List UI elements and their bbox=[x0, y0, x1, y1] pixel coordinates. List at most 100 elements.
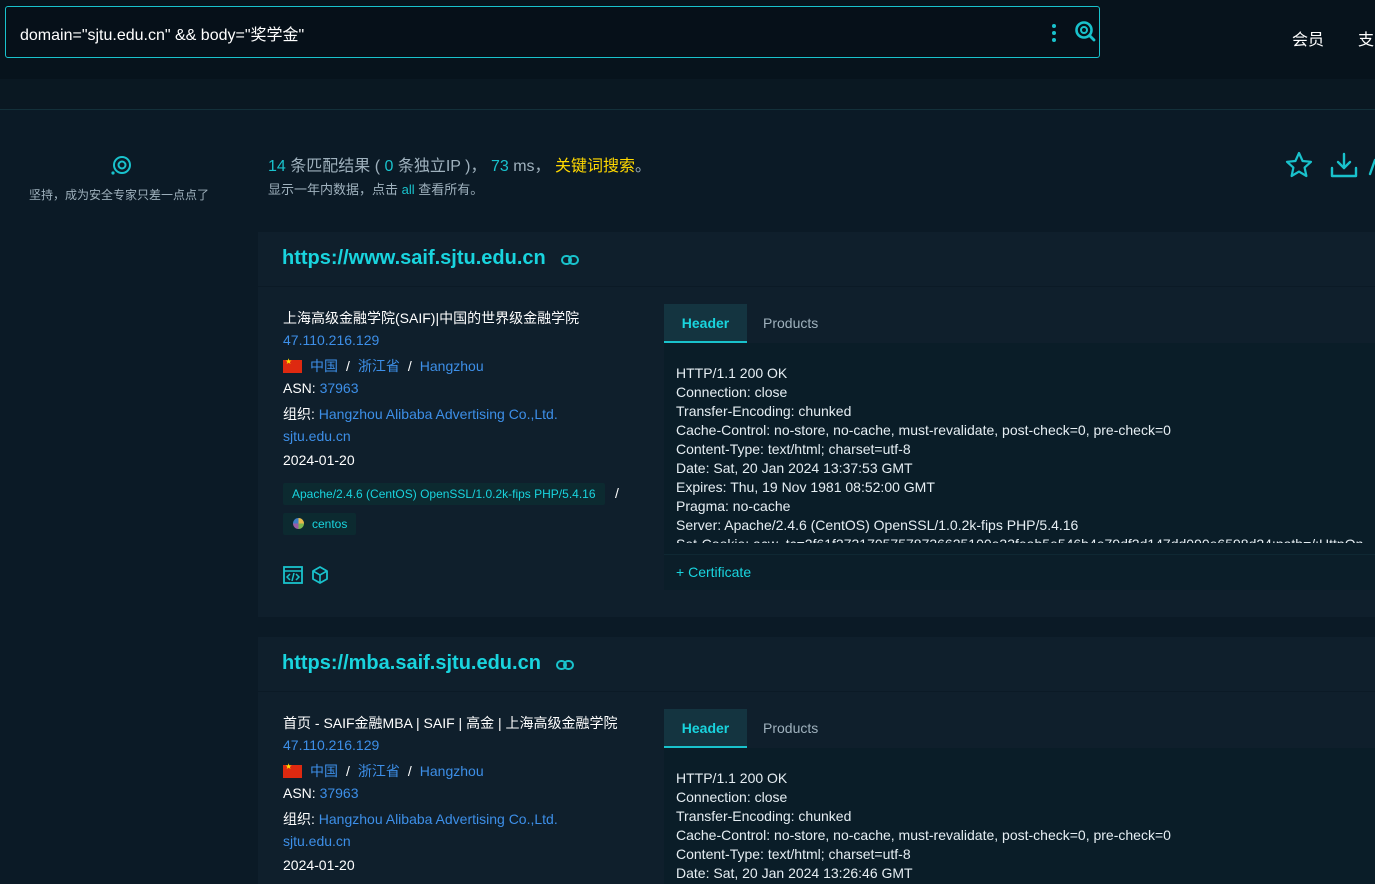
header-line: Cache-Control: no-store, no-cache, must-… bbox=[676, 827, 1171, 843]
province-link[interactable]: 浙江省 bbox=[358, 358, 400, 374]
org-row: 组织: Hangzhou Alibaba Advertising Co.,Ltd… bbox=[283, 404, 558, 424]
star-icon[interactable] bbox=[1285, 151, 1313, 179]
tag-separator: / bbox=[615, 485, 619, 501]
tab-products[interactable]: Products bbox=[763, 709, 818, 748]
download-icon[interactable] bbox=[1329, 151, 1359, 179]
country-link[interactable]: 中国 bbox=[310, 358, 338, 374]
query-time-unit: ms， bbox=[513, 158, 551, 175]
detail-panel: Header Products HTTP/1.1 200 OK Connecti… bbox=[664, 304, 1375, 590]
header-line: Set-Cookie: acw_tc=2f61f2731705757873662… bbox=[676, 535, 1375, 543]
nav-support[interactable]: 支 bbox=[1358, 26, 1374, 50]
search-box[interactable] bbox=[5, 6, 1100, 58]
paren-close: )， bbox=[465, 158, 487, 175]
header-line: Expires: Thu, 19 Nov 1981 08:52:00 GMT bbox=[676, 479, 935, 495]
keyword-search-link[interactable]: 关键词搜索 bbox=[555, 158, 635, 175]
code-icon[interactable] bbox=[283, 566, 303, 584]
certificate-bar: + Certificate bbox=[664, 554, 1375, 590]
header-line: Server: Apache/2.4.6 (CentOS) OpenSSL/1.… bbox=[676, 517, 1079, 533]
card-header: https://mba.saif.sjtu.edu.cn bbox=[258, 637, 1375, 692]
location: 中国/浙江省/Hangzhou bbox=[283, 356, 484, 376]
note-suffix: 查看所有。 bbox=[418, 182, 484, 197]
card-header: https://www.saif.sjtu.edu.cn bbox=[258, 232, 1375, 287]
share-icon[interactable] bbox=[1368, 152, 1375, 180]
site-title: 首页 - SAIF金融MBA | SAIF | 高金 | 上海高级金融学院 bbox=[283, 715, 618, 731]
org-link[interactable]: Hangzhou Alibaba Advertising Co.,Ltd. bbox=[319, 811, 558, 827]
result-url-link[interactable]: https://www.saif.sjtu.edu.cn bbox=[282, 247, 546, 270]
china-flag-icon bbox=[283, 357, 302, 373]
http-header-text: HTTP/1.1 200 OK Connection: close Transf… bbox=[676, 364, 1375, 543]
asn-link[interactable]: 37963 bbox=[320, 785, 359, 801]
result-count-label: 条匹配结果 bbox=[290, 158, 371, 175]
header-line: HTTP/1.1 200 OK bbox=[676, 770, 788, 786]
header-line: HTTP/1.1 200 OK bbox=[676, 365, 788, 381]
org-label: 组织: bbox=[283, 811, 315, 827]
search-icon[interactable] bbox=[1074, 20, 1096, 42]
header-line: Transfer-Encoding: chunked bbox=[676, 403, 852, 419]
centos-icon bbox=[293, 518, 304, 529]
query-time: 73 bbox=[490, 158, 509, 175]
ip-count: 0 bbox=[384, 158, 394, 175]
china-flag-icon bbox=[283, 762, 302, 778]
more-options-icon[interactable] bbox=[1049, 22, 1059, 44]
result-count: 14 bbox=[268, 158, 286, 175]
server-tag[interactable]: Apache/2.4.6 (CentOS) OpenSSL/1.0.2k-fip… bbox=[283, 483, 605, 505]
result-card: https://www.saif.sjtu.edu.cn 上海高级金融学院(SA… bbox=[258, 232, 1375, 617]
detail-panel: Header Products HTTP/1.1 200 OK Connecti… bbox=[664, 709, 1375, 884]
date: 2024-01-20 bbox=[283, 857, 355, 873]
note-prefix: 显示一年内数据，点击 bbox=[268, 182, 399, 197]
show-all-link[interactable]: all bbox=[402, 182, 415, 197]
sub-bar bbox=[0, 79, 1375, 110]
header-line: Date: Sat, 20 Jan 2024 13:26:46 GMT bbox=[676, 865, 913, 881]
search-input[interactable] bbox=[20, 21, 1020, 45]
location: 中国/浙江省/Hangzhou bbox=[283, 761, 484, 781]
asn-label: ASN: bbox=[283, 785, 316, 801]
tab-header[interactable]: Header bbox=[664, 709, 747, 748]
os-tag-label: centos bbox=[312, 517, 348, 531]
asn-label: ASN: bbox=[283, 380, 316, 396]
brand-slogan: 坚持，成为安全专家只差一点点了 bbox=[29, 188, 210, 202]
certificate-toggle[interactable]: + Certificate bbox=[676, 564, 751, 580]
cube-icon[interactable] bbox=[310, 566, 330, 584]
city-link[interactable]: Hangzhou bbox=[420, 763, 484, 779]
header-line: Connection: close bbox=[676, 384, 788, 400]
header-line: Connection: close bbox=[676, 789, 788, 805]
country-link[interactable]: 中国 bbox=[310, 763, 338, 779]
result-card: https://mba.saif.sjtu.edu.cn 首页 - SAIF金融… bbox=[258, 637, 1375, 884]
result-summary: 14 条匹配结果 ( 0 条独立IP )， 73 ms， 关键词搜索。 bbox=[268, 152, 651, 176]
certificate-label: Certificate bbox=[688, 564, 752, 580]
http-header-text: HTTP/1.1 200 OK Connection: close Transf… bbox=[676, 769, 1375, 884]
asn-link[interactable]: 37963 bbox=[320, 380, 359, 396]
tab-products[interactable]: Products bbox=[763, 304, 818, 343]
date: 2024-01-20 bbox=[283, 452, 355, 468]
data-range-note: 显示一年内数据，点击 all 查看所有。 bbox=[268, 179, 483, 198]
ip-count-label: 条独立IP bbox=[397, 158, 461, 175]
paren-open: ( bbox=[374, 158, 381, 175]
asn-row: ASN: 37963 bbox=[283, 380, 359, 396]
nav-member[interactable]: 会员 bbox=[1292, 26, 1324, 50]
city-link[interactable]: Hangzhou bbox=[420, 358, 484, 374]
org-row: 组织: Hangzhou Alibaba Advertising Co.,Ltd… bbox=[283, 809, 558, 829]
link-icon[interactable] bbox=[561, 254, 579, 266]
header-line: Transfer-Encoding: chunked bbox=[676, 808, 852, 824]
province-link[interactable]: 浙江省 bbox=[358, 763, 400, 779]
header-line: Pragma: no-cache bbox=[676, 498, 791, 514]
domain-link[interactable]: sjtu.edu.cn bbox=[283, 428, 351, 444]
link-icon[interactable] bbox=[556, 659, 574, 671]
site-title: 上海高级金融学院(SAIF)|中国的世界级金融学院 bbox=[283, 310, 580, 326]
header-line: Content-Type: text/html; charset=utf-8 bbox=[676, 441, 911, 457]
os-tag[interactable]: centos bbox=[283, 513, 357, 535]
ip-link[interactable]: 47.110.216.129 bbox=[283, 332, 379, 348]
top-bar: 会员 支 bbox=[0, 0, 1375, 79]
org-link[interactable]: Hangzhou Alibaba Advertising Co.,Ltd. bbox=[319, 406, 558, 422]
result-url-link[interactable]: https://mba.saif.sjtu.edu.cn bbox=[282, 652, 541, 675]
org-label: 组织: bbox=[283, 406, 315, 422]
plus-icon: + bbox=[676, 564, 685, 580]
header-line: Cache-Control: no-store, no-cache, must-… bbox=[676, 422, 1171, 438]
ip-link[interactable]: 47.110.216.129 bbox=[283, 737, 379, 753]
detail-tabs: Header Products bbox=[664, 304, 1375, 343]
brand-logo-icon bbox=[111, 156, 131, 175]
detail-tabs: Header Products bbox=[664, 709, 1375, 748]
tab-header[interactable]: Header bbox=[664, 304, 747, 343]
asn-row: ASN: 37963 bbox=[283, 785, 359, 801]
domain-link[interactable]: sjtu.edu.cn bbox=[283, 833, 351, 849]
